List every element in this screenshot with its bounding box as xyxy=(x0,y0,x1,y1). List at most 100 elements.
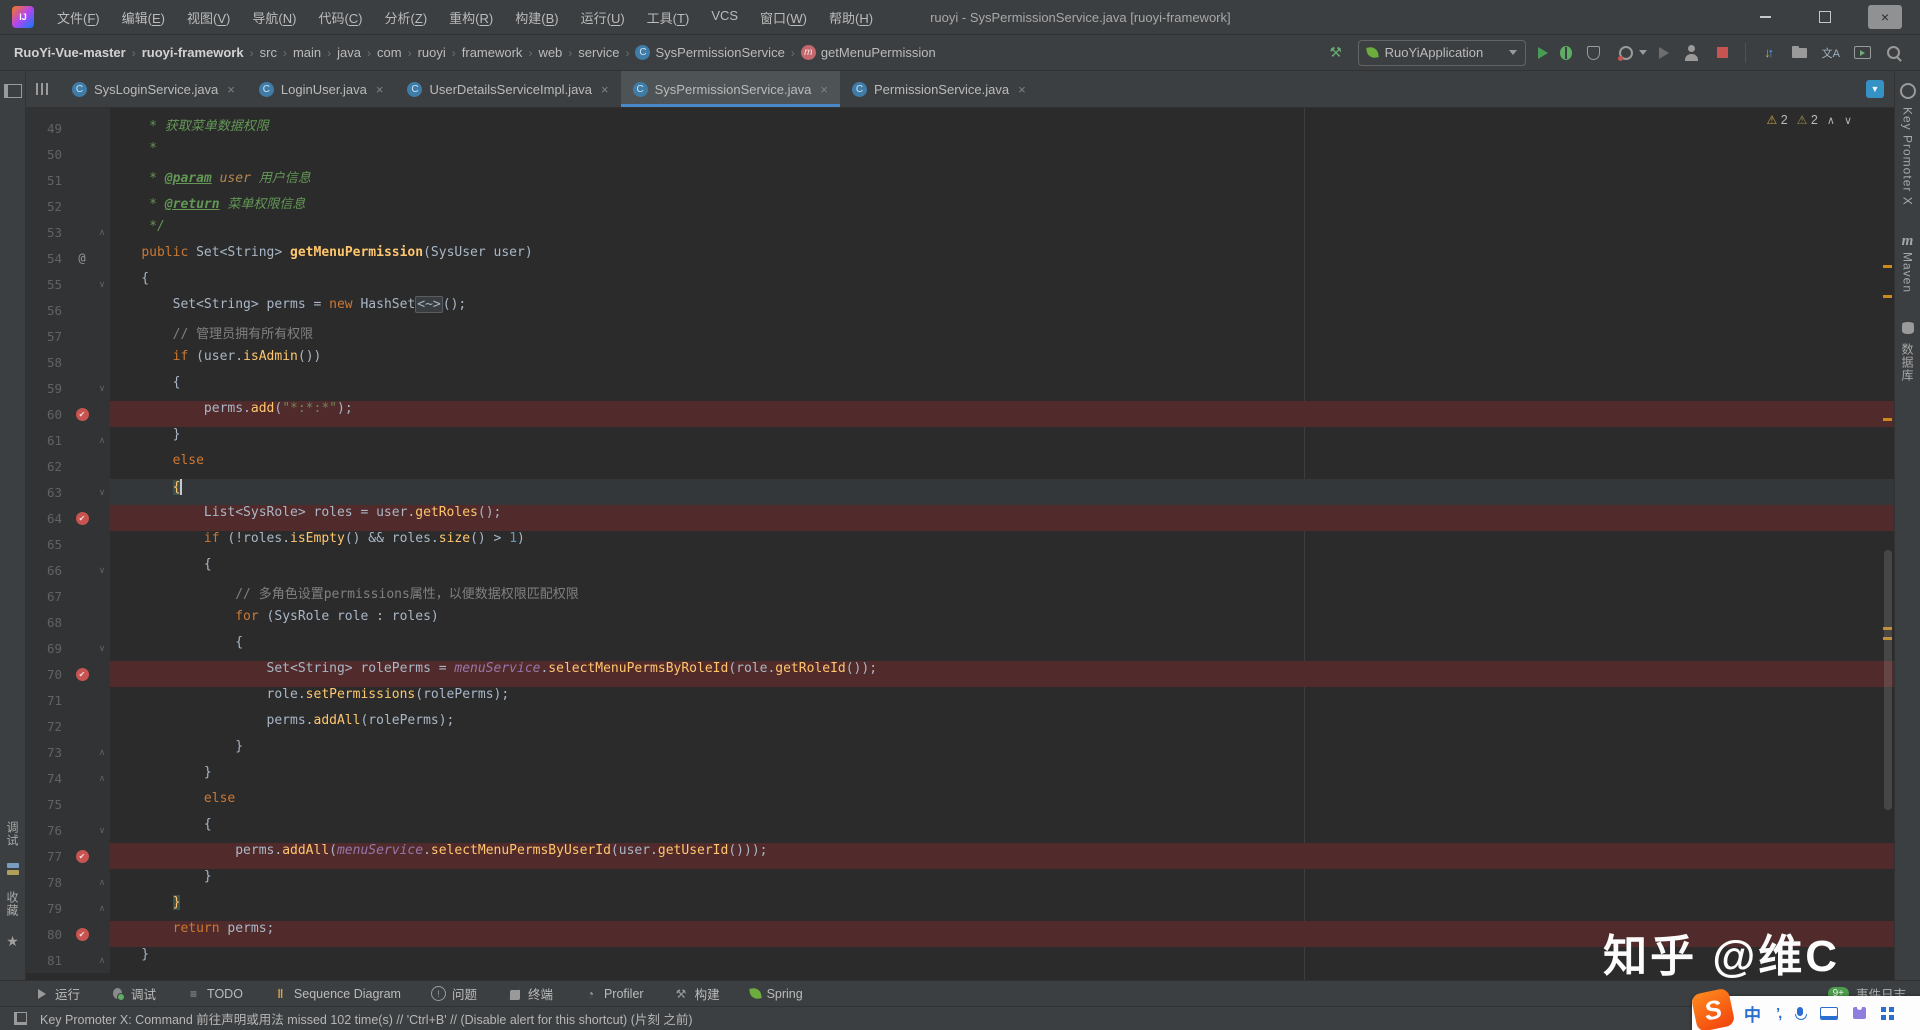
coverage-icon[interactable] xyxy=(1584,43,1604,63)
toolwindow-button-Spring[interactable]: Spring xyxy=(748,987,803,1001)
gutter-slot[interactable]: ✔ xyxy=(70,667,94,681)
code-text[interactable]: Set<String> rolePerms = menuService.sele… xyxy=(110,661,1894,687)
tab-close-icon[interactable]: × xyxy=(227,82,235,97)
fold-marker[interactable]: ∧ xyxy=(94,227,110,238)
search-everywhere-icon[interactable] xyxy=(1884,43,1904,63)
menu-item-工具[interactable]: 工具(T) xyxy=(638,4,699,31)
breakpoint-icon[interactable]: ✔ xyxy=(75,407,89,421)
code-text[interactable]: perms.addAll(menuService.selectMenuPerms… xyxy=(110,843,1894,869)
breadcrumb-item[interactable]: C SysPermissionService xyxy=(631,43,788,62)
build-hammer-icon[interactable]: ⚒ xyxy=(1326,43,1346,63)
ime-language-toggle[interactable]: 中 xyxy=(1744,1001,1761,1026)
menu-item-代码[interactable]: 代码(C) xyxy=(309,4,371,31)
breadcrumb-item[interactable]: service xyxy=(574,43,623,62)
close-button[interactable]: × xyxy=(1868,5,1902,29)
code-text[interactable]: else xyxy=(110,453,1894,479)
gutter-slot[interactable]: ✔ xyxy=(70,511,94,525)
error-stripe[interactable] xyxy=(1880,108,1894,980)
fold-marker[interactable]: ∨ xyxy=(94,487,110,498)
code-text[interactable]: * @return 菜单权限信息 xyxy=(110,193,1894,219)
menu-item-帮助[interactable]: 帮助(H) xyxy=(820,4,882,31)
toolwindow-button-构建[interactable]: ⚒ 构建 xyxy=(674,984,720,1003)
fold-marker[interactable]: ∧ xyxy=(94,877,110,888)
code-text[interactable]: public Set<String> getMenuPermission(Sys… xyxy=(110,245,1894,271)
breakpoint-icon[interactable]: ✔ xyxy=(75,511,89,525)
fold-marker[interactable]: ∧ xyxy=(94,747,110,758)
minimize-button[interactable] xyxy=(1748,5,1782,29)
code-text[interactable]: } xyxy=(110,739,1894,765)
tab-close-icon[interactable]: × xyxy=(601,82,609,97)
fold-marker[interactable]: ∨ xyxy=(94,279,110,290)
fold-marker[interactable]: ∧ xyxy=(94,903,110,914)
menu-item-运行[interactable]: 运行(U) xyxy=(572,4,634,31)
code-text[interactable]: /** xyxy=(110,108,1894,115)
editor-tab-list-icon[interactable] xyxy=(32,79,52,99)
fold-marker[interactable]: ∨ xyxy=(94,643,110,654)
fold-marker[interactable]: ∨ xyxy=(94,383,110,394)
breadcrumb-item[interactable]: main xyxy=(289,43,325,62)
code-text[interactable]: { xyxy=(110,479,1894,505)
key-promoter-x-icon[interactable] xyxy=(1898,81,1918,101)
breadcrumb-item[interactable]: ruoyi xyxy=(414,43,450,62)
code-text[interactable]: Set<String> perms = new HashSet <~> (); xyxy=(110,296,1894,323)
code-text[interactable]: } xyxy=(110,427,1894,453)
code-text[interactable]: perms.add("*:*:*"); xyxy=(110,401,1894,427)
code-text[interactable]: perms.addAll(rolePerms); xyxy=(110,713,1894,739)
database-icon[interactable] xyxy=(1898,319,1918,339)
tab-UserDetailsServiceImpl.java[interactable]: C UserDetailsServiceImpl.java × xyxy=(395,71,620,107)
tab-close-icon[interactable]: × xyxy=(820,82,828,97)
breadcrumb-item[interactable]: web xyxy=(534,43,566,62)
tab-LoginUser.java[interactable]: C LoginUser.java × xyxy=(247,71,396,107)
code-text[interactable]: } xyxy=(110,895,1894,921)
toolwindow-toggle-icon[interactable] xyxy=(10,1009,30,1029)
tabs-more-icon[interactable]: ▼ xyxy=(1866,80,1884,98)
gutter-slot[interactable]: ✔ xyxy=(70,849,94,863)
run-config-select[interactable]: RuoYiApplication xyxy=(1357,39,1526,66)
debug-toolwindow-button[interactable]: 调试 xyxy=(4,821,21,847)
services-toolwindow-icon[interactable] xyxy=(3,859,23,879)
debug-button[interactable] xyxy=(1559,45,1572,60)
code-text[interactable]: { xyxy=(110,817,1894,843)
translate-icon[interactable]: 文A xyxy=(1822,43,1840,63)
stop-button[interactable] xyxy=(1713,43,1733,63)
scrollbar-thumb[interactable] xyxy=(1884,550,1892,810)
tab-SysLoginService.java[interactable]: C SysLoginService.java × xyxy=(60,71,247,107)
maximize-button[interactable] xyxy=(1808,5,1842,29)
code-text[interactable]: // 多角色设置permissions属性，以便数据权限匹配权限 xyxy=(110,583,1894,609)
prev-problem-icon[interactable]: ∧ xyxy=(1827,114,1835,127)
run-anything-icon[interactable] xyxy=(1852,43,1872,63)
code-text[interactable]: * xyxy=(110,141,1894,167)
tab-SysPermissionService.java[interactable]: C SysPermissionService.java × xyxy=(620,71,841,107)
code-text[interactable]: { xyxy=(110,271,1894,297)
project-toolwindow-icon[interactable] xyxy=(3,81,23,101)
maven-icon[interactable]: m xyxy=(1898,232,1918,252)
stripe-mark[interactable] xyxy=(1883,418,1892,421)
code-text[interactable]: } xyxy=(110,869,1894,895)
code-text[interactable]: // 管理员拥有所有权限 xyxy=(110,323,1894,349)
menu-item-重构[interactable]: 重构(R) xyxy=(440,4,502,31)
rerun-disabled-icon[interactable] xyxy=(1658,46,1669,59)
ime-menu-grid-icon[interactable] xyxy=(1881,1006,1894,1020)
breakpoint-icon[interactable]: ✔ xyxy=(75,667,89,681)
breadcrumb-item[interactable]: com xyxy=(373,43,406,62)
code-text[interactable]: role.setPermissions(rolePerms); xyxy=(110,687,1894,713)
microphone-icon[interactable] xyxy=(1795,1006,1808,1020)
code-text[interactable]: else xyxy=(110,791,1894,817)
breadcrumb-item[interactable]: ruoyi-framework xyxy=(138,43,248,62)
fold-marker[interactable]: ∨ xyxy=(94,825,110,836)
fold-marker[interactable]: ∨ xyxy=(94,565,110,576)
run-button[interactable] xyxy=(1537,46,1548,59)
code-text[interactable]: { xyxy=(110,375,1894,401)
code-text[interactable]: if (user.isAdmin()) xyxy=(110,349,1894,375)
stripe-mark[interactable] xyxy=(1883,265,1892,268)
star-icon[interactable]: ★ xyxy=(6,933,19,950)
breakpoint-icon[interactable]: ✔ xyxy=(75,849,89,863)
gutter-slot[interactable]: ✔ xyxy=(70,407,94,421)
toolwindow-button-Sequence Diagram[interactable]: ‖ Sequence Diagram xyxy=(273,986,401,1001)
fold-marker[interactable]: ∧ xyxy=(94,435,110,446)
gutter-slot[interactable]: ✔ xyxy=(70,927,94,941)
maven-toolwindow-button[interactable]: Maven xyxy=(1901,252,1915,293)
fold-marker[interactable]: ∧ xyxy=(94,955,110,966)
ime-punctuation-toggle[interactable]: ’, xyxy=(1776,1005,1783,1022)
menu-item-分析[interactable]: 分析(Z) xyxy=(376,4,437,31)
